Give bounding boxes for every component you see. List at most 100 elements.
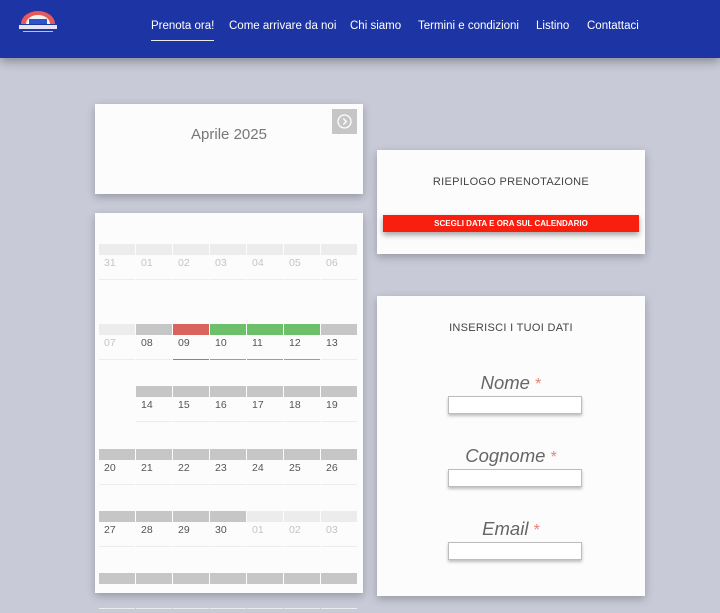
- email-input[interactable]: [448, 542, 582, 560]
- nav-come-arrivare[interactable]: Come arrivare da noi: [229, 20, 336, 32]
- availability-bar: [247, 449, 283, 460]
- calendar-day[interactable]: 30: [210, 511, 246, 551]
- calendar-day[interactable]: 08: [136, 324, 172, 364]
- calendar-day[interactable]: 12: [284, 324, 320, 364]
- calendar-day[interactable]: 29: [173, 511, 209, 551]
- email-label-text: Email: [482, 518, 529, 539]
- day-number: 24: [252, 462, 264, 474]
- day-number: 30: [215, 524, 227, 536]
- availability-bar: [284, 573, 320, 584]
- availability-bar: [247, 386, 283, 397]
- email-label: Email *: [377, 518, 645, 540]
- calendar-day[interactable]: 25: [284, 449, 320, 489]
- day-number: 15: [178, 399, 190, 411]
- calendar-day[interactable]: 11: [247, 324, 283, 364]
- personal-data-card: INSERISCI I TUOI DATI Nome * Cognome * E…: [377, 296, 645, 596]
- day-number: 22: [178, 462, 190, 474]
- nav-listino[interactable]: Listino: [536, 20, 569, 32]
- day-number: 26: [326, 462, 338, 474]
- day-underline: [173, 484, 209, 485]
- nav-prenota[interactable]: Prenota ora!: [151, 20, 215, 41]
- nav-contattaci[interactable]: Contattaci: [587, 20, 639, 32]
- calendar-day[interactable]: 16: [210, 386, 246, 426]
- day-number: 31: [104, 257, 116, 269]
- availability-bar: [136, 511, 172, 522]
- nome-label-text: Nome: [480, 372, 530, 393]
- availability-bar: [321, 573, 357, 584]
- availability-bar: [284, 511, 320, 522]
- calendar-day[interactable]: 24: [247, 449, 283, 489]
- day-underline: [99, 546, 135, 547]
- availability-bar: [136, 449, 172, 460]
- availability-bar: [173, 449, 209, 460]
- availability-bar: [173, 386, 209, 397]
- required-mark: *: [535, 376, 542, 393]
- calendar-day[interactable]: 19: [321, 386, 357, 426]
- day-underline: [136, 279, 172, 280]
- availability-bar: [247, 244, 283, 255]
- calendar-day[interactable]: 26: [321, 449, 357, 489]
- calendar-day[interactable]: 15: [173, 386, 209, 426]
- day-number: 25: [289, 462, 301, 474]
- day-number: 04: [252, 257, 264, 269]
- availability-bar: [247, 511, 283, 522]
- availability-bar: [99, 244, 135, 255]
- nav-chi-siamo[interactable]: Chi siamo: [350, 20, 401, 32]
- day-underline: [210, 359, 246, 360]
- day-number: 05: [289, 257, 301, 269]
- availability-bar: [321, 244, 357, 255]
- day-underline: [321, 546, 357, 547]
- choose-date-button[interactable]: SCEGLI DATA E ORA SUL CALENDARIO: [383, 215, 639, 232]
- nome-input[interactable]: [448, 396, 582, 414]
- availability-bar: [321, 324, 357, 335]
- availability-bar: [136, 386, 172, 397]
- nome-label: Nome *: [377, 372, 645, 394]
- calendar-day[interactable]: 10: [210, 324, 246, 364]
- calendar-day[interactable]: 14: [136, 386, 172, 426]
- availability-bar: [210, 449, 246, 460]
- day-number: 28: [141, 524, 153, 536]
- day-underline: [99, 359, 135, 360]
- day-number: 17: [252, 399, 264, 411]
- site-logo[interactable]: [17, 11, 59, 35]
- availability-bar: [99, 573, 135, 584]
- day-number: 27: [104, 524, 116, 536]
- day-number: 14: [141, 399, 153, 411]
- calendar-day[interactable]: 27: [99, 511, 135, 551]
- day-underline: [136, 359, 172, 360]
- day-number: 29: [178, 524, 190, 536]
- day-underline: [284, 359, 320, 360]
- calendar-day: 03: [321, 511, 357, 551]
- availability-bar: [210, 511, 246, 522]
- day-underline: [99, 608, 135, 609]
- day-number: 02: [289, 524, 301, 536]
- calendar-day[interactable]: 20: [99, 449, 135, 489]
- next-month-button[interactable]: [332, 109, 357, 134]
- day-number: 01: [252, 524, 264, 536]
- day-number: 03: [326, 524, 338, 536]
- cognome-input[interactable]: [448, 469, 582, 487]
- day-underline: [210, 546, 246, 547]
- day-underline: [284, 484, 320, 485]
- availability-bar: [321, 386, 357, 397]
- nav-termini[interactable]: Termini e condizioni: [418, 20, 519, 32]
- calendar-day[interactable]: 18: [284, 386, 320, 426]
- calendar-day: [99, 573, 135, 613]
- day-number: 16: [215, 399, 227, 411]
- calendar-day: 07: [99, 324, 135, 364]
- day-number: 07: [104, 337, 116, 349]
- calendar-day: [136, 573, 172, 613]
- calendar-day[interactable]: 09: [173, 324, 209, 364]
- calendar-day[interactable]: 22: [173, 449, 209, 489]
- calendar-day[interactable]: 21: [136, 449, 172, 489]
- availability-bar: [173, 324, 209, 335]
- day-underline: [99, 484, 135, 485]
- calendar-day[interactable]: 17: [247, 386, 283, 426]
- calendar-day: 04: [247, 244, 283, 284]
- day-number: 12: [289, 337, 301, 349]
- calendar-day[interactable]: 28: [136, 511, 172, 551]
- calendar-day[interactable]: 13: [321, 324, 357, 364]
- calendar-day[interactable]: 23: [210, 449, 246, 489]
- day-underline: [284, 608, 320, 609]
- day-number: 20: [104, 462, 116, 474]
